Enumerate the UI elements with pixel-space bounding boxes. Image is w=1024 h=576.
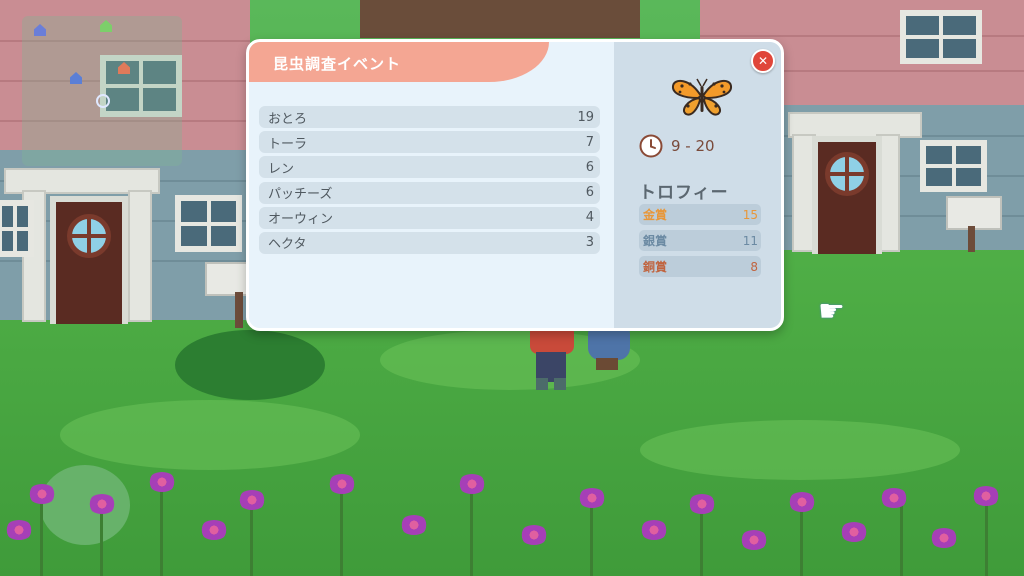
house-window [175,195,242,252]
flower [972,486,1000,506]
trophy-heading: トロフィー [639,183,729,203]
flower [880,488,908,508]
signboard [946,196,1002,230]
event-info-panel: ✕ 9 - 20 トロフィー 金賞 15 銀賞 11 銅賞 8 [614,42,781,328]
player-marker-icon [96,94,110,108]
trophy-value: 8 [750,259,758,274]
grass-patch [60,400,360,470]
ranking-row: パッチーズ 6 [259,181,600,204]
trophy-value: 11 [742,233,758,248]
house-window [900,10,982,64]
flower [578,488,606,508]
flower [5,520,33,540]
flower [688,494,716,514]
top-building [360,0,640,38]
ranking-list: おとろ 19 トーラ 7 レン 6 パッチーズ 6 オーウィン 4 ヘクタ 3 [259,106,600,257]
bush [175,330,325,400]
ranking-row: レン 6 [259,156,600,179]
flower [788,492,816,512]
close-icon: ✕ [757,54,769,68]
butterfly-icon [672,78,732,116]
participant-name: レン [268,161,295,177]
sign-post [235,292,243,328]
participant-name: パッチーズ [268,187,333,203]
flower [328,474,356,494]
participant-name: トーラ [268,136,308,152]
insect-event-dialog: 昆虫調査イベント おとろ 19 トーラ 7 レン 6 パッチーズ 6 オーウィン… [246,39,784,331]
bush [40,465,130,545]
participant-name: おとろ [268,111,308,127]
flower [640,520,668,540]
clock-icon [639,134,663,158]
flower [88,494,116,514]
ranking-row: ヘクタ 3 [259,231,600,254]
trophy-row-silver: 銀賞 11 [639,230,761,251]
ranking-row: トーラ 7 [259,131,600,154]
trophy-value: 15 [742,207,758,222]
sign-post [968,226,975,252]
house-marker-icon [34,24,46,36]
trophy-list: 金賞 15 銀賞 11 銅賞 8 [639,204,761,282]
participant-score: 6 [585,159,594,175]
house-marker-icon [70,72,82,84]
flower [840,522,868,542]
participant-name: オーウィン [268,212,334,228]
time-range: 9 - 20 [671,137,715,155]
dialog-title: 昆虫調査イベント [273,55,402,73]
player-character [526,322,578,392]
participant-score: 3 [585,235,594,251]
house-marker-icon [118,62,130,74]
trophy-name: 銅賞 [643,260,668,274]
house-door [812,136,882,254]
close-button[interactable]: ✕ [751,49,775,73]
flower [400,515,428,535]
house-window [0,200,34,257]
ranking-row: おとろ 19 [259,106,600,128]
pointer-hand-icon: ☛ [818,294,845,329]
house-window [920,140,987,192]
trophy-name: 銀賞 [643,234,668,248]
title-tab: 昆虫調査イベント [249,42,549,82]
participant-score: 19 [577,109,594,125]
participant-name: ヘクタ [268,237,307,253]
flower [238,490,266,510]
flower [28,484,56,504]
flower [458,474,486,494]
flower [200,520,228,540]
grass-patch [640,420,960,480]
flower [930,528,958,548]
participant-score: 7 [585,134,594,150]
ranking-panel: 昆虫調査イベント おとろ 19 トーラ 7 レン 6 パッチーズ 6 オーウィン… [249,42,614,328]
ranking-row: オーウィン 4 [259,206,600,229]
house-marker-icon [100,20,112,32]
house-door [50,196,128,324]
flower [520,525,548,545]
trophy-row-gold: 金賞 15 [639,204,761,225]
flower [148,472,176,492]
trophy-row-bronze: 銅賞 8 [639,256,761,277]
pillar [128,190,152,322]
flower [740,530,768,550]
participant-score: 6 [585,185,594,201]
time-range-row: 9 - 20 [639,134,715,158]
participant-score: 4 [585,210,594,226]
minimap[interactable] [22,16,182,166]
trophy-name: 金賞 [643,208,668,222]
signboard [205,262,249,296]
